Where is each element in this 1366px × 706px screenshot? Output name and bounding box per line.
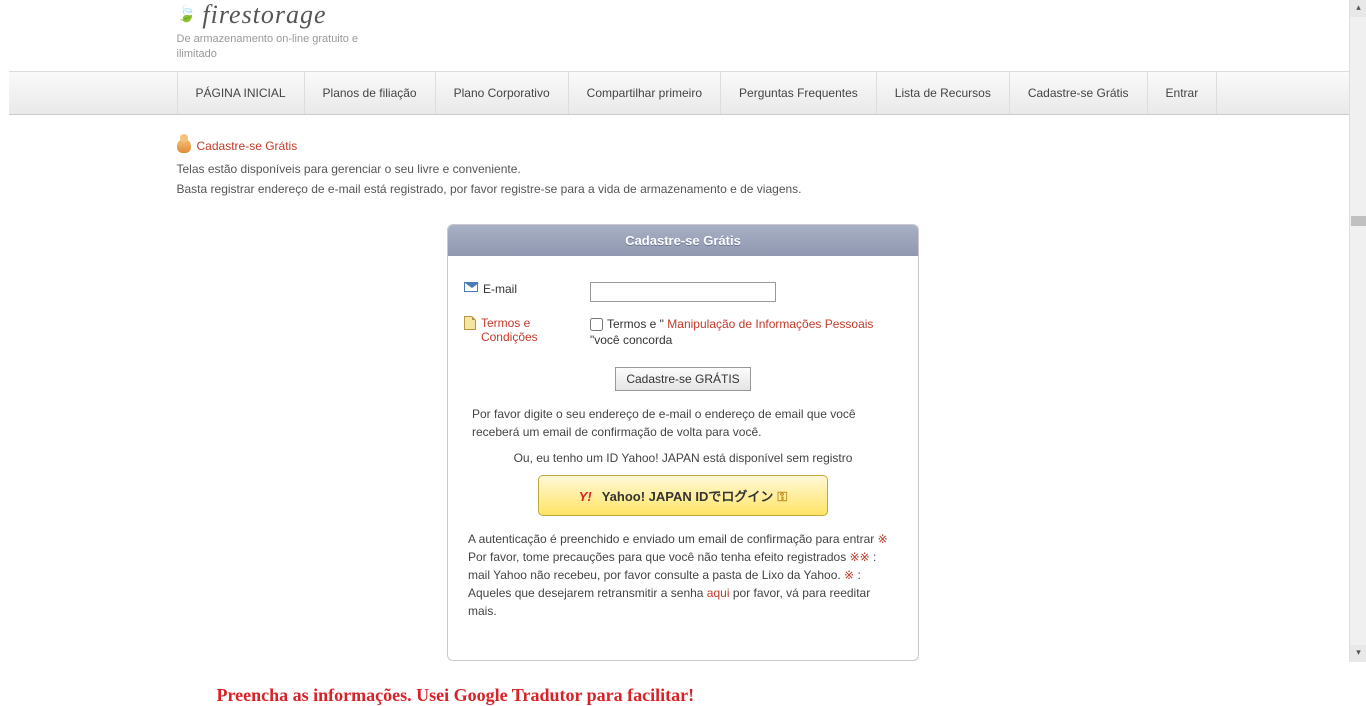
nav-login[interactable]: Entrar (1148, 72, 1218, 114)
agree-checkbox[interactable] (590, 318, 603, 331)
privacy-link[interactable]: Manipulação de Informações Pessoais (667, 317, 873, 331)
checkbox-text-prefix: Termos e " (607, 317, 664, 331)
scroll-thumb[interactable] (1351, 216, 1366, 226)
nav-resources[interactable]: Lista de Recursos (877, 72, 1010, 114)
signup-form: Cadastre-se Grátis E-mail Termos e Condi… (447, 224, 919, 662)
disclaimer-text: A autenticação é preenchido e enviado um… (464, 530, 902, 620)
intro-text: Telas estão disponíveis para gerenciar o… (177, 159, 1190, 200)
intro-line-2: Basta registrar endereço de e-mail está … (177, 179, 1190, 199)
nav-plans[interactable]: Planos de filiação (305, 72, 436, 114)
annotation-text: Preencha as informações. Usei Google Tra… (177, 685, 1190, 706)
intro-line-1: Telas estão disponíveis para gerenciar o… (177, 159, 1190, 179)
terms-link[interactable]: Termos e Condições (481, 316, 590, 344)
or-text: Ou, eu tenho um ID Yahoo! JAPAN está dis… (464, 451, 902, 465)
signup-submit-button[interactable]: Cadastre-se GRÁTIS (615, 367, 750, 391)
nav-share[interactable]: Compartilhar primeiro (569, 72, 721, 114)
site-name: firestorage (202, 0, 326, 30)
nav-faq[interactable]: Perguntas Frequentes (721, 72, 877, 114)
yahoo-login-button[interactable]: Y! Yahoo! JAPAN IDでログイン⚿ (538, 475, 828, 516)
user-icon (177, 139, 191, 153)
page-heading-link[interactable]: Cadastre-se Grátis (197, 139, 298, 153)
form-title: Cadastre-se Grátis (448, 225, 918, 256)
nav-home[interactable]: PÁGINA INICIAL (177, 72, 305, 114)
email-label: E-mail (483, 282, 517, 296)
tagline: De armazenamento on-line gratuito e ilim… (177, 32, 387, 63)
scroll-down-icon[interactable]: ▾ (1350, 645, 1366, 662)
key-icon: ⚿ (777, 489, 787, 504)
leaf-icon: 🍃 (177, 4, 197, 24)
nav-signup[interactable]: Cadastre-se Grátis (1010, 72, 1148, 114)
vertical-scrollbar[interactable]: ▴ ▾ (1349, 0, 1366, 662)
main-nav: PÁGINA INICIAL Planos de filiação Plano … (9, 71, 1358, 115)
yahoo-logo-icon: Y! (579, 489, 592, 504)
yahoo-button-label: Yahoo! JAPAN IDでログイン (602, 489, 774, 504)
site-header: 🍃 firestorage De armazenamento on-line g… (9, 0, 1358, 63)
email-input[interactable] (590, 282, 776, 302)
mail-icon (464, 282, 478, 292)
document-icon (464, 316, 476, 330)
checkbox-text-suffix: "você concorda (590, 333, 672, 347)
aqui-link[interactable]: aqui (707, 586, 730, 600)
page-heading: Cadastre-se Grátis (177, 139, 1190, 153)
scroll-up-icon[interactable]: ▴ (1350, 0, 1366, 17)
email-note: Por favor digite o seu endereço de e-mai… (464, 405, 902, 441)
nav-corporate[interactable]: Plano Corporativo (436, 72, 569, 114)
